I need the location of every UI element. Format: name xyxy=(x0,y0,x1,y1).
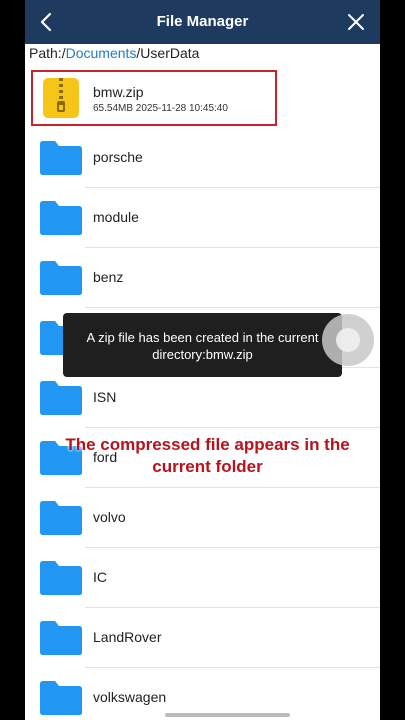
caption-line-1: The compressed file appears in the xyxy=(65,435,350,454)
toast-line-1: A zip file has been created in the curre… xyxy=(86,330,319,345)
folder-name: module xyxy=(93,209,139,225)
assistive-dot-icon xyxy=(336,328,360,352)
zip-file-meta: 65.54MB 2025-11-28 10:45:40 xyxy=(93,103,228,114)
path-prefix: Path:/ xyxy=(29,45,66,61)
folder-icon xyxy=(40,201,82,235)
toast-line-2: directory:bmw.zip xyxy=(152,347,253,362)
list-item[interactable]: volvo xyxy=(25,488,380,548)
file-list: bmw.zip 65.54MB 2025-11-28 10:45:40 pors… xyxy=(25,68,380,720)
list-item[interactable]: benz xyxy=(25,248,380,308)
zip-file-icon xyxy=(43,78,79,118)
caption-line-2: current folder xyxy=(152,457,263,476)
folder-icon xyxy=(40,261,82,295)
floating-assistive-button[interactable] xyxy=(322,314,374,366)
list-item-zip[interactable]: bmw.zip 65.54MB 2025-11-28 10:45:40 xyxy=(25,68,380,128)
folder-name: benz xyxy=(93,269,124,285)
folder-icon xyxy=(40,501,82,535)
folder-name: porsche xyxy=(93,149,143,165)
folder-name: volvo xyxy=(93,509,126,525)
folder-name: IC xyxy=(93,569,107,585)
annotation-caption: The compressed file appears in the curre… xyxy=(55,434,360,478)
folder-name: ISN xyxy=(93,389,117,405)
path-link-documents[interactable]: Documents xyxy=(66,45,137,61)
folder-icon xyxy=(40,561,82,595)
toast-message: A zip file has been created in the curre… xyxy=(63,313,342,377)
folder-icon xyxy=(40,681,82,715)
list-item[interactable]: module xyxy=(25,188,380,248)
zip-item-highlight[interactable]: bmw.zip 65.54MB 2025-11-28 10:45:40 xyxy=(31,70,277,126)
list-item[interactable]: IC xyxy=(25,548,380,608)
list-item[interactable]: ISN xyxy=(25,368,380,428)
zip-file-name: bmw.zip xyxy=(93,84,144,100)
folder-icon xyxy=(40,381,82,415)
top-bar: File Manager xyxy=(25,0,380,44)
home-indicator xyxy=(165,713,290,717)
path-suffix: /UserData xyxy=(136,45,200,61)
folder-name: volkswagen xyxy=(93,689,167,705)
folder-icon xyxy=(40,621,82,655)
list-item[interactable]: porsche xyxy=(25,128,380,188)
folder-name: LandRover xyxy=(93,629,162,645)
page-title: File Manager xyxy=(156,13,249,30)
path-breadcrumb: Path:/Documents/UserData xyxy=(29,44,199,62)
list-item[interactable]: LandRover xyxy=(25,608,380,668)
close-icon[interactable] xyxy=(346,12,366,32)
folder-icon xyxy=(40,141,82,175)
